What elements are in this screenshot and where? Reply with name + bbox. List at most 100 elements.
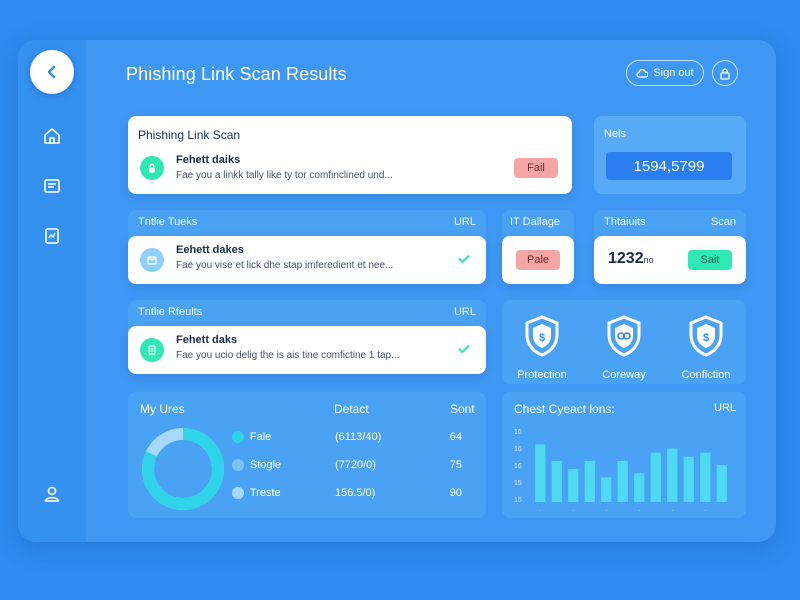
summary-row-detect: 156.5/0) (334, 487, 376, 499)
svg-text:$: $ (539, 332, 545, 344)
results-item-title: Fehett daks (176, 334, 238, 346)
back-button[interactable] (30, 50, 74, 94)
chart-bar (650, 452, 661, 502)
threats-card: Thtaiuits Scan 1232no Sait (594, 210, 746, 284)
results-header-right: URL (453, 306, 476, 318)
inbox-icon (44, 179, 60, 193)
scan-action-button[interactable]: Sait (688, 250, 732, 270)
summary-row[interactable]: Stogle (7720/0) 75 (232, 456, 462, 474)
shield-coreway[interactable]: Coreway (584, 314, 664, 381)
sign-out-button[interactable]: Sign out (626, 60, 704, 86)
y-tick-label: 16 (514, 446, 522, 453)
results-panel: Tntlie Rfeults URL Fehett daks Fae you u… (128, 300, 486, 374)
threats-body: 1232no Sait (594, 236, 746, 284)
x-tick-mark: · (605, 508, 607, 514)
threats-value: 1232no (608, 250, 654, 267)
svg-text:$: $ (703, 332, 709, 344)
shield-link-icon (607, 315, 641, 357)
stat-card: Nels 1594,5799 (594, 116, 746, 194)
chart-bar (700, 452, 711, 502)
lock-button[interactable] (712, 60, 738, 86)
y-tick-label: 16 (514, 463, 522, 470)
main-content: Phishing Link Scan Results Sign out Phis… (86, 40, 776, 542)
summary-row-detect: (7720/0) (334, 459, 376, 471)
stat-label: Nels (604, 128, 627, 140)
summary-row[interactable]: Fale (6113/40) 64 (232, 428, 462, 446)
summary-row-detect: (6113/40) (334, 431, 382, 443)
shield-dollar-icon: $ (689, 315, 723, 357)
app-window: Phishing Link Scan Results Sign out Phis… (18, 40, 776, 542)
results-item-desc: Fae you ucio delig the is ais tine comfi… (176, 350, 400, 361)
page-title: Phishing Link Scan Results (126, 64, 347, 84)
legend-dot (232, 431, 244, 443)
results-panel-header: Tntlie Rfeults URL (128, 300, 486, 324)
chart-bar (617, 460, 628, 502)
chart-bar (634, 473, 645, 502)
shield-dollar-icon: $ (525, 315, 559, 357)
tasks-list-item[interactable]: Eehett dakes Fae you vise et lick dhe st… (128, 236, 486, 284)
scan-card: Phishing Link Scan Fehett daiks Fae you … (128, 116, 572, 194)
stat-value: 1594,5799 (606, 152, 732, 180)
cloud-icon (636, 69, 649, 78)
shield-label: Protection (517, 369, 567, 381)
damage-body: Pale (502, 236, 574, 284)
summary-row-name: Treste (249, 487, 281, 499)
document-icon (140, 338, 164, 362)
tasks-panel: Tntlie Tueks URL Eehett dakes Fae you vi… (128, 210, 486, 284)
check-icon (458, 345, 470, 354)
scan-list-item[interactable]: Fehett daiks Fae you a linkk tally like … (176, 154, 393, 181)
x-tick-mark: · (539, 508, 541, 514)
fail-badge: Fail (514, 158, 558, 178)
legend-dot (232, 459, 244, 471)
calendar-icon (140, 248, 164, 272)
chart-bar (568, 469, 579, 502)
summary-row-count: 90 (449, 487, 462, 499)
results-header-left: Tntlie Rfeults (138, 306, 203, 318)
summary-row[interactable]: Treste 156.5/0) 90 (232, 484, 462, 502)
donut-chart (142, 428, 224, 510)
shield-confiction[interactable]: $ Confiction (666, 314, 746, 381)
sidebar-item-inbox[interactable] (40, 174, 64, 198)
tasks-header-right: URL (453, 216, 476, 228)
chart-corner-label: URL (714, 402, 737, 414)
sidebar-item-profile[interactable] (40, 482, 64, 506)
chart-bar (584, 460, 595, 502)
sign-out-label: Sign out (653, 67, 694, 79)
legend-dot (232, 487, 244, 499)
chart-title: Chest Cyeact lons: (514, 402, 615, 416)
tasks-item-desc: Fae you vise et lick dhe stap imferedien… (176, 260, 394, 271)
y-tick-label: 16 (514, 429, 522, 436)
x-tick-mark: · (704, 508, 706, 514)
pale-badge: Pale (516, 250, 560, 270)
lock-icon (720, 67, 730, 80)
chart-bar (716, 465, 727, 502)
user-icon (44, 486, 60, 502)
shield-protection[interactable]: $ Protection (502, 314, 582, 381)
summary-row-name: Stogle (249, 459, 282, 471)
sidebar-item-reports[interactable] (40, 224, 64, 248)
tasks-item-title: Eehett dakes (176, 244, 244, 256)
threats-header-right: Scan (710, 216, 736, 228)
summary-title: My Ures (140, 402, 185, 416)
lock-badge-icon (140, 156, 164, 180)
x-tick-mark: · (572, 508, 574, 514)
scan-item-desc: Fae you a linkk tally like ty tor comfin… (176, 170, 393, 181)
chart-bar (601, 477, 612, 502)
threats-unit: no (643, 255, 654, 265)
chart-bar (535, 444, 546, 502)
damage-header: IT Dallage (510, 216, 560, 228)
summary-row-count: 75 (449, 459, 462, 471)
chart-bar (551, 460, 562, 502)
y-tick-label: 15 (514, 480, 522, 487)
sidebar (18, 40, 86, 542)
sidebar-item-home[interactable] (40, 124, 64, 148)
chart-bar (667, 448, 678, 502)
report-icon (45, 228, 59, 244)
summary-row-count: 64 (449, 431, 462, 443)
check-icon (458, 255, 470, 264)
home-icon (44, 128, 60, 144)
tasks-panel-header: Tntlie Tueks URL (128, 210, 486, 234)
threats-header-left: Thtaiuits (604, 216, 646, 228)
y-tick-label: 15 (514, 497, 522, 504)
results-list-item[interactable]: Fehett daks Fae you ucio delig the is ai… (128, 326, 486, 374)
